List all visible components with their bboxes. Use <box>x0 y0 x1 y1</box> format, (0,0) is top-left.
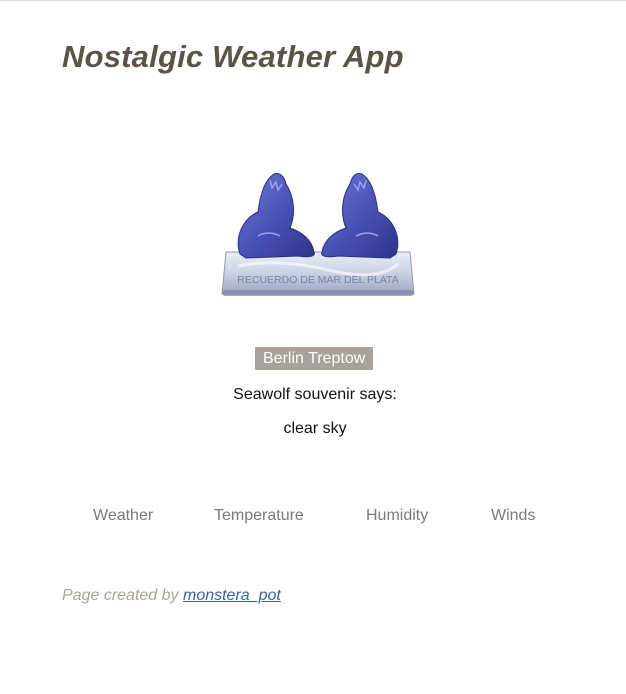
tab-temperature[interactable]: Temperature <box>214 507 304 525</box>
souvenir-inscription: RECUERDO DE MAR DEL PLATA <box>237 274 398 286</box>
forecast-tabs: Weather Temperature Humidity Winds <box>0 507 626 529</box>
page: Nostalgic Weather App RECUERDO DE MAR DE… <box>0 0 626 694</box>
tab-winds[interactable]: Winds <box>491 507 535 525</box>
footer-prefix: Page created by <box>62 587 179 604</box>
tab-weather[interactable]: Weather <box>93 507 153 525</box>
seawolf-souvenir-image: RECUERDO DE MAR DEL PLATA <box>221 173 415 296</box>
souvenir-says-label: Seawolf souvenir says: <box>233 386 397 403</box>
app-title: Nostalgic Weather App <box>62 39 404 74</box>
weather-condition: clear sky <box>283 420 347 437</box>
page-footer: Page created by monstera_pot <box>62 587 281 605</box>
tab-humidity[interactable]: Humidity <box>366 507 428 525</box>
author-link[interactable]: monstera_pot <box>183 587 281 604</box>
location-badge: Berlin Treptow <box>255 347 374 370</box>
